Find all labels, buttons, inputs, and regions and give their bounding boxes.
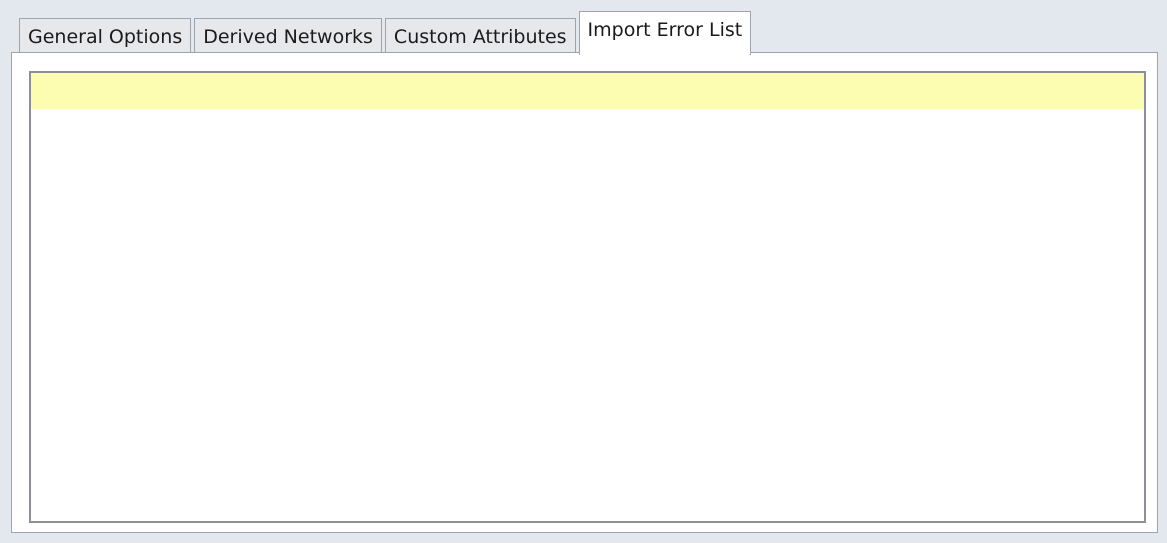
- tab-custom-attributes[interactable]: Custom Attributes: [384, 18, 576, 54]
- tab-derived-networks[interactable]: Derived Networks: [194, 18, 382, 54]
- tab-content-panel: [11, 52, 1158, 533]
- tab-strip: General Options Derived Networks Custom …: [19, 10, 754, 55]
- tab-general-options[interactable]: General Options: [19, 18, 192, 54]
- tab-label: Derived Networks: [203, 25, 373, 48]
- tab-label: General Options: [28, 25, 183, 48]
- tab-label: Import Error List: [587, 18, 743, 41]
- tab-import-error-list[interactable]: Import Error List: [578, 11, 752, 55]
- list-item[interactable]: [31, 73, 1144, 109]
- import-error-list[interactable]: [29, 71, 1146, 523]
- tab-label: Custom Attributes: [393, 25, 567, 48]
